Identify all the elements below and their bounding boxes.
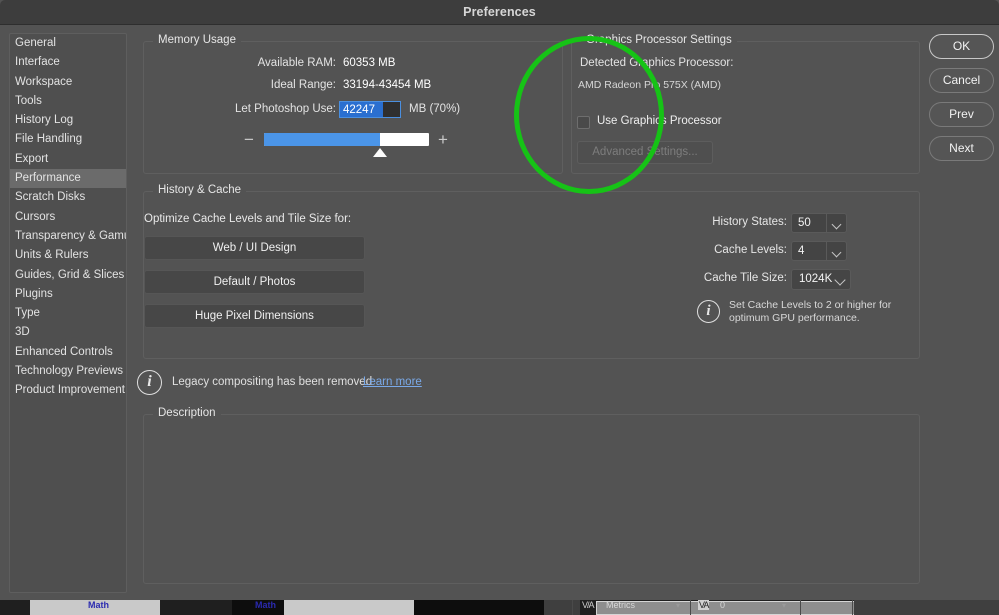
bg-font-name-2: Math xyxy=(255,600,276,610)
available-ram-value: 60353 MB xyxy=(343,57,395,69)
bg-chip xyxy=(284,598,414,615)
sidebar-item-technology-previews[interactable]: Technology Previews xyxy=(10,362,126,381)
bg-font-name-1: Math xyxy=(88,600,109,610)
next-button[interactable]: Next xyxy=(929,136,994,161)
memory-slider-track[interactable] xyxy=(264,133,429,146)
chevron-down-icon xyxy=(826,214,846,232)
bg-chip-mid xyxy=(854,598,999,615)
sidebar-item-performance[interactable]: Performance xyxy=(10,169,126,188)
cache-levels-note: Set Cache Levels to 2 or higher for opti… xyxy=(729,299,919,325)
sidebar-item-general[interactable]: General xyxy=(10,34,126,53)
history-states-value: 50 xyxy=(792,214,826,232)
ok-button[interactable]: OK xyxy=(929,34,994,59)
legacy-compositing-text: Legacy compositing has been removed xyxy=(172,376,372,388)
sidebar-item-tools[interactable]: Tools xyxy=(10,92,126,111)
optimize-cache-label: Optimize Cache Levels and Tile Size for: xyxy=(144,213,351,225)
memory-slider-fill xyxy=(264,133,380,146)
sidebar-item-enhanced-controls[interactable]: Enhanced Controls xyxy=(10,343,126,362)
ideal-range-label: Ideal Range: xyxy=(180,79,336,91)
bg-chip-dark xyxy=(414,598,544,615)
cache-tile-size-label: Cache Tile Size: xyxy=(600,272,787,284)
sidebar-item-cursors[interactable]: Cursors xyxy=(10,208,126,227)
preferences-dialog: Preferences General Interface Workspace … xyxy=(0,0,999,600)
detected-gpu-label: Detected Graphics Processor: xyxy=(580,57,733,69)
sidebar-item-export[interactable]: Export xyxy=(10,150,126,169)
sidebar-item-plugins[interactable]: Plugins xyxy=(10,285,126,304)
sidebar-item-workspace[interactable]: Workspace xyxy=(10,73,126,92)
preset-default-photos-button[interactable]: Default / Photos xyxy=(144,270,365,294)
preferences-category-list[interactable]: General Interface Workspace Tools Histor… xyxy=(9,33,127,593)
cache-levels-dropdown[interactable]: 4 xyxy=(791,241,847,261)
info-icon: i xyxy=(697,300,720,323)
chevron-down-icon[interactable]: ▾ xyxy=(676,603,683,608)
chevron-down-icon xyxy=(834,274,845,285)
detected-gpu-value: AMD Radeon Pro 575X (AMD) xyxy=(578,79,721,91)
sidebar-item-3d[interactable]: 3D xyxy=(10,323,126,342)
memory-decrease-button[interactable]: − xyxy=(244,131,254,148)
history-cache-title: History & Cache xyxy=(153,184,246,196)
ideal-range-value: 33194-43454 MB xyxy=(343,79,431,91)
bg-preview-box xyxy=(596,601,856,615)
dialog-title: Preferences xyxy=(0,5,999,19)
sidebar-item-product-improvement[interactable]: Product Improvement xyxy=(10,381,126,400)
kerning-icon: V/A xyxy=(582,600,594,610)
bg-chip-mid xyxy=(544,598,580,615)
sidebar-item-file-handling[interactable]: File Handling xyxy=(10,130,126,149)
cache-tile-size-dropdown[interactable]: 1024K xyxy=(791,269,851,290)
memory-amount-value: 42247 xyxy=(343,103,375,118)
dialog-titlebar: Preferences xyxy=(0,0,999,25)
tracking-value: 0 xyxy=(720,600,725,610)
advanced-settings-button[interactable]: Advanced Settings... xyxy=(577,141,713,164)
screen: Math Math V/A Metrics ▾ VA 0 ▾ Preferenc… xyxy=(0,0,999,615)
kerning-value: Metrics xyxy=(606,600,635,610)
memory-unit-percent-label: MB (70%) xyxy=(409,103,460,115)
sidebar-item-guides-grid-slices[interactable]: Guides, Grid & Slices xyxy=(10,266,126,285)
memory-increase-button[interactable]: + xyxy=(438,131,448,148)
graphics-processor-title: Graphics Processor Settings xyxy=(581,34,737,46)
prev-button[interactable]: Prev xyxy=(929,102,994,127)
sidebar-item-type[interactable]: Type xyxy=(10,304,126,323)
cancel-button[interactable]: Cancel xyxy=(929,68,994,93)
let-photoshop-use-label: Let Photoshop Use: xyxy=(180,103,336,115)
chevron-down-icon xyxy=(826,242,846,260)
background-toolbar-strip: Math Math V/A Metrics ▾ VA 0 ▾ xyxy=(0,598,999,615)
history-states-dropdown[interactable]: 50 xyxy=(791,213,847,233)
info-icon: i xyxy=(137,370,162,395)
description-title: Description xyxy=(153,407,221,419)
tracking-icon: VA xyxy=(698,600,709,610)
history-states-label: History States: xyxy=(600,216,787,228)
cache-levels-value: 4 xyxy=(792,242,826,260)
use-graphics-processor-label[interactable]: Use Graphics Processor xyxy=(597,115,722,127)
chevron-down-icon[interactable]: ▾ xyxy=(782,603,789,608)
preset-web-ui-design-button[interactable]: Web / UI Design xyxy=(144,236,365,260)
memory-usage-title: Memory Usage xyxy=(153,34,241,46)
available-ram-label: Available RAM: xyxy=(180,57,336,69)
sidebar-item-transparency-gamut[interactable]: Transparency & Gamut xyxy=(10,227,126,246)
sidebar-item-interface[interactable]: Interface xyxy=(10,53,126,72)
use-graphics-processor-checkbox[interactable] xyxy=(577,116,590,129)
cache-tile-size-value: 1024K xyxy=(799,271,832,288)
sidebar-item-history-log[interactable]: History Log xyxy=(10,111,126,130)
memory-slider-thumb[interactable] xyxy=(373,148,387,157)
learn-more-link[interactable]: Learn more xyxy=(363,376,422,388)
memory-amount-input[interactable]: 42247 xyxy=(339,101,401,118)
sidebar-item-units-rulers[interactable]: Units & Rulers xyxy=(10,246,126,265)
description-group: Description xyxy=(143,414,920,584)
sidebar-item-scratch-disks[interactable]: Scratch Disks xyxy=(10,188,126,207)
preset-huge-pixel-dimensions-button[interactable]: Huge Pixel Dimensions xyxy=(144,304,365,328)
cache-levels-label: Cache Levels: xyxy=(600,244,787,256)
